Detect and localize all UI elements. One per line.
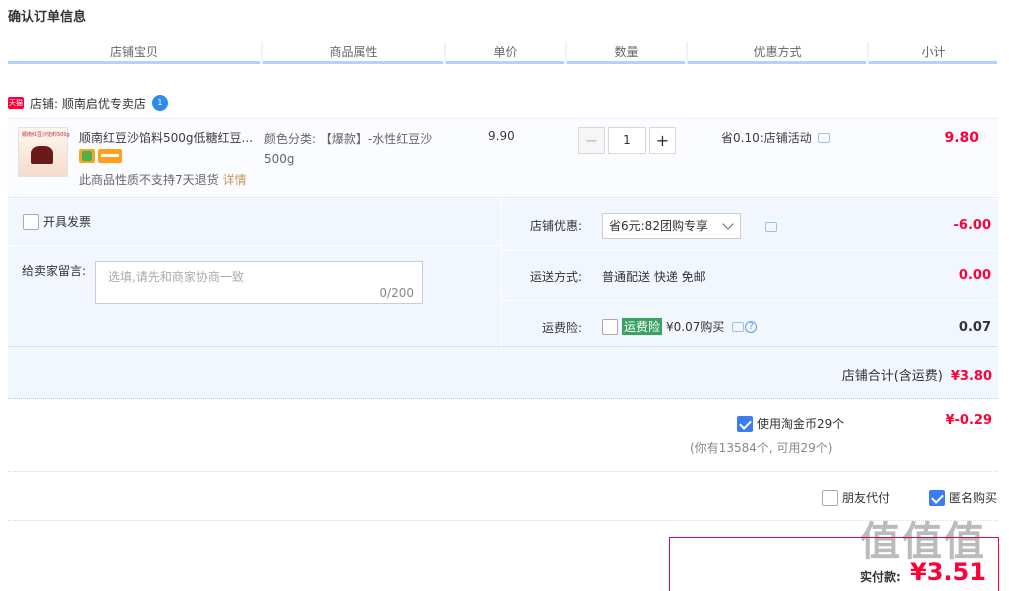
order-options-panel: 开具发票 给卖家留言: 选填,请先和商家协商一致 0/200 店铺优惠: 省6元… bbox=[8, 199, 998, 347]
promo-info: 省0.10:店铺活动 bbox=[721, 129, 830, 146]
header-subtotal: 小计 bbox=[870, 42, 998, 64]
header-attr: 商品属性 bbox=[264, 42, 444, 64]
use-coins-checkbox[interactable] bbox=[737, 415, 753, 432]
qty-input[interactable]: 1 bbox=[608, 127, 646, 154]
shop-total-label: 店铺合计(含运费) bbox=[841, 369, 943, 384]
shipping-label: 运送方式: bbox=[529, 270, 582, 284]
header-price: 单价 bbox=[447, 42, 565, 64]
insurance-checkbox[interactable] bbox=[602, 318, 618, 335]
detail-link[interactable]: 详情 bbox=[223, 173, 247, 187]
options-left: 开具发票 给卖家留言: 选填,请先和商家协商一致 0/200 bbox=[8, 199, 501, 347]
options-right: 店铺优惠: 省6元:82团购专享 -6.00 运送方式: 普通配送 快递 免邮 … bbox=[502, 199, 998, 347]
qty-increase-button[interactable]: + bbox=[649, 127, 676, 154]
shop-discount-select[interactable]: 省6元:82团购专享 bbox=[602, 213, 741, 239]
friend-pay-label: 朋友代付 bbox=[842, 491, 891, 505]
no-return-text: 此商品性质不支持7天退货 bbox=[79, 173, 219, 187]
invoice-checkbox[interactable] bbox=[23, 213, 39, 230]
shop-total-amount: ¥3.80 bbox=[950, 369, 992, 384]
item-subtotal: 9.80 bbox=[944, 130, 979, 146]
payment-options-row: 朋友代付 匿名购买 bbox=[8, 473, 998, 521]
comment-icon[interactable] bbox=[732, 321, 745, 332]
unit-price: 9.90 bbox=[488, 129, 515, 143]
page-title: 确认订单信息 bbox=[8, 10, 87, 25]
memo-textarea[interactable]: 选填,请先和商家协商一致 0/200 bbox=[95, 261, 423, 304]
comment-icon[interactable] bbox=[817, 132, 830, 143]
shipping-value: 普通配送 快递 免邮 bbox=[602, 270, 706, 284]
friend-pay-option[interactable]: 朋友代付 bbox=[822, 489, 890, 506]
tmall-icon: 天猫 bbox=[8, 97, 24, 109]
header-promo: 优惠方式 bbox=[689, 42, 867, 64]
payment-label: 实付款: bbox=[860, 570, 901, 584]
quantity-stepper: − 1 + bbox=[578, 127, 676, 154]
coins-balance: (你有13584个, 可用29个) bbox=[690, 441, 833, 455]
insurance-tag: 运费险 bbox=[622, 318, 663, 335]
promo-text: 省0.10:店铺活动 bbox=[721, 131, 812, 145]
insurance-option[interactable]: 运费险 ¥0.07购买 ? bbox=[602, 318, 758, 335]
insurance-amount: 0.07 bbox=[958, 320, 991, 335]
attr-label: 颜色分类: bbox=[264, 132, 320, 146]
site-watermark: 值值值 bbox=[860, 519, 986, 565]
help-icon[interactable]: ? bbox=[745, 320, 758, 333]
insurance-label: 运费险: bbox=[541, 321, 582, 335]
shop-discount-value: 省6元:82团购专享 bbox=[609, 219, 708, 233]
qty-decrease-button[interactable]: − bbox=[578, 127, 605, 154]
shop-name[interactable]: 店铺: 顺南启优专卖店 bbox=[30, 95, 146, 112]
service-badge-icon bbox=[79, 149, 95, 163]
header-item: 店铺宝贝 bbox=[8, 42, 261, 64]
table-header: 店铺宝贝 商品属性 单价 数量 优惠方式 小计 bbox=[8, 42, 998, 64]
credit-card-icon bbox=[98, 149, 122, 163]
header-qty: 数量 bbox=[568, 42, 686, 64]
shop-total-row: 店铺合计(含运费) ¥3.80 bbox=[8, 347, 998, 399]
memo-label: 给卖家留言: bbox=[22, 264, 87, 278]
comment-icon[interactable] bbox=[765, 222, 777, 232]
red-bean-paste-image bbox=[31, 146, 53, 164]
invoice-label: 开具发票 bbox=[43, 215, 92, 229]
use-coins-option[interactable]: 使用淘金币29个 bbox=[737, 415, 844, 432]
wangwang-chat-icon[interactable]: 1 bbox=[151, 95, 168, 111]
shop-total: 店铺合计(含运费) ¥3.80 bbox=[842, 365, 992, 384]
shop-header: 天猫 店铺: 顺南启优专卖店 1 bbox=[8, 94, 168, 112]
memo-char-count: 0/200 bbox=[379, 286, 414, 300]
no-return-notice: 此商品性质不支持7天退货 详情 bbox=[79, 171, 247, 188]
anonymous-label: 匿名购买 bbox=[949, 491, 998, 505]
product-thumbnail[interactable]: 顺南红豆沙馅料500g bbox=[18, 127, 70, 177]
coins-amount: ¥-0.29 bbox=[945, 413, 992, 428]
friend-pay-checkbox[interactable] bbox=[822, 489, 838, 506]
memo-placeholder: 选填,请先和商家协商一致 bbox=[108, 270, 244, 284]
taojinbi-row: 使用淘金币29个 (你有13584个, 可用29个) ¥-0.29 bbox=[8, 400, 998, 472]
product-name[interactable]: 顺南红豆沙馅料500g低糖红豆... bbox=[79, 129, 257, 146]
thumbnail-caption: 顺南红豆沙馅料500g bbox=[22, 132, 70, 138]
shop-discount-label: 店铺优惠: bbox=[529, 219, 582, 233]
invoice-option[interactable]: 开具发票 bbox=[23, 213, 91, 230]
order-item-row: 顺南红豆沙馅料500g 顺南红豆沙馅料500g低糖红豆... 此商品性质不支持7… bbox=[8, 118, 998, 198]
anonymous-option[interactable]: 匿名购买 bbox=[929, 489, 997, 506]
insurance-price: ¥0.07购买 bbox=[666, 320, 725, 334]
product-attributes: 颜色分类: 【爆款】-水性红豆沙500g bbox=[264, 129, 444, 169]
use-coins-label: 使用淘金币29个 bbox=[757, 417, 845, 431]
chevron-down-icon bbox=[722, 218, 734, 230]
shop-discount-amount: -6.00 bbox=[953, 218, 991, 233]
shipping-amount: 0.00 bbox=[958, 268, 991, 283]
anonymous-checkbox[interactable] bbox=[929, 489, 945, 506]
